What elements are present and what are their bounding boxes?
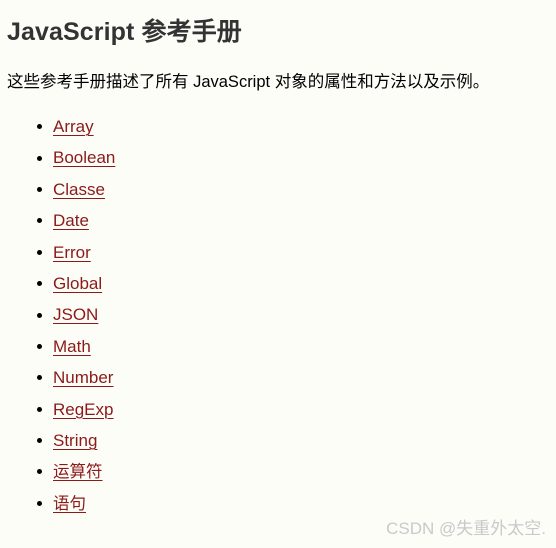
page-title: JavaScript 参考手册 bbox=[7, 18, 242, 46]
list-item: Boolean bbox=[37, 142, 115, 173]
list-item: Math bbox=[37, 331, 115, 362]
bullet-icon bbox=[37, 249, 42, 255]
intro-paragraph: 这些参考手册描述了所有 JavaScript 对象的属性和方法以及示例。 bbox=[7, 73, 490, 91]
reference-link-math[interactable]: Math bbox=[53, 337, 91, 356]
list-item: Classe bbox=[37, 174, 115, 205]
reference-link-json[interactable]: JSON bbox=[53, 305, 98, 324]
list-item: Number bbox=[37, 362, 115, 393]
reference-link-global[interactable]: Global bbox=[53, 274, 102, 293]
list-item: RegExp bbox=[37, 394, 115, 425]
reference-list: Array Boolean Classe Date Error Global J… bbox=[0, 111, 115, 519]
reference-link-classe[interactable]: Classe bbox=[53, 180, 105, 199]
bullet-icon bbox=[37, 186, 42, 192]
reference-link-date[interactable]: Date bbox=[53, 211, 89, 230]
bullet-icon bbox=[37, 469, 42, 475]
list-item: 语句 bbox=[37, 488, 115, 519]
reference-link-regexp[interactable]: RegExp bbox=[53, 400, 113, 419]
reference-link-number[interactable]: Number bbox=[53, 368, 113, 387]
list-item: Error bbox=[37, 237, 115, 268]
reference-link-array[interactable]: Array bbox=[53, 117, 94, 136]
list-item: 运算符 bbox=[37, 456, 115, 487]
reference-link-operators[interactable]: 运算符 bbox=[53, 463, 103, 481]
list-item: Date bbox=[37, 205, 115, 236]
bullet-icon bbox=[37, 406, 42, 412]
reference-link-error[interactable]: Error bbox=[53, 243, 91, 262]
bullet-icon bbox=[37, 343, 42, 349]
page-container: JavaScript 参考手册 这些参考手册描述了所有 JavaScript 对… bbox=[0, 0, 556, 548]
bullet-icon bbox=[37, 281, 42, 287]
bullet-icon bbox=[37, 500, 42, 506]
reference-link-string[interactable]: String bbox=[53, 431, 97, 450]
reference-link-boolean[interactable]: Boolean bbox=[53, 148, 115, 167]
list-item: String bbox=[37, 425, 115, 456]
reference-link-statements[interactable]: 语句 bbox=[53, 495, 86, 513]
list-item: Global bbox=[37, 268, 115, 299]
bullet-icon bbox=[37, 155, 42, 161]
bullet-icon bbox=[37, 438, 42, 444]
bullet-icon bbox=[37, 312, 42, 318]
list-item: JSON bbox=[37, 299, 115, 330]
bullet-icon bbox=[37, 218, 42, 224]
csdn-watermark: CSDN @失重外太空. bbox=[386, 519, 546, 538]
bullet-icon bbox=[37, 375, 42, 381]
list-item: Array bbox=[37, 111, 115, 142]
bullet-icon bbox=[37, 124, 42, 130]
